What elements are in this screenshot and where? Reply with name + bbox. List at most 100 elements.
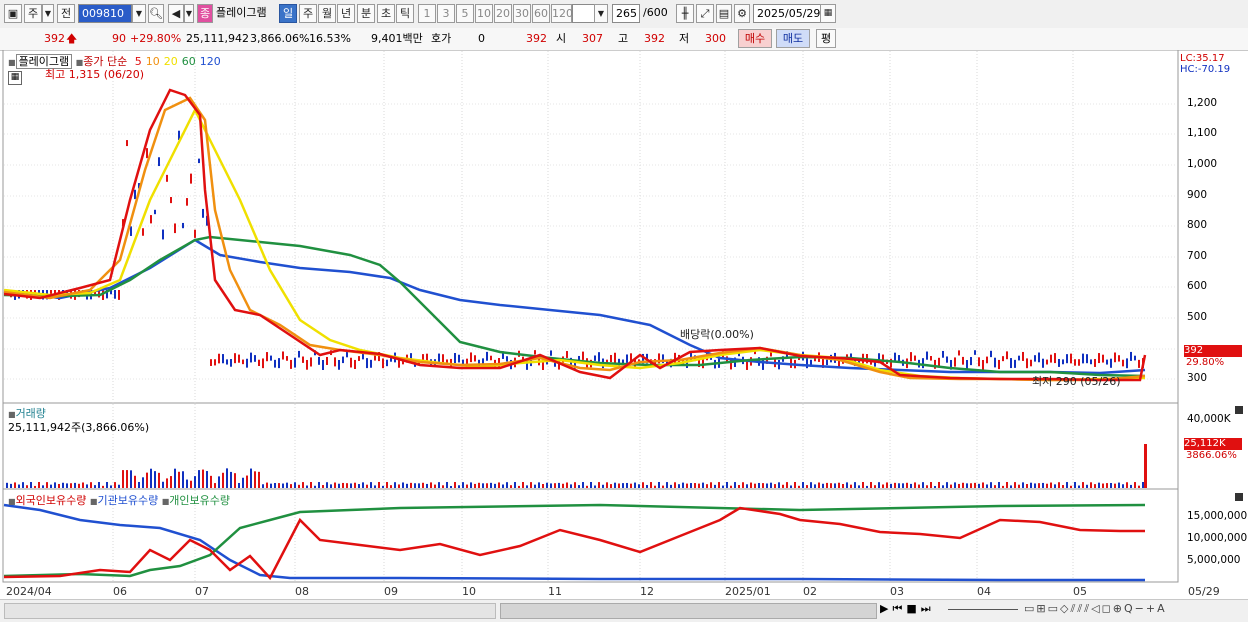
stock-chart[interactable] xyxy=(0,50,1248,599)
candle xyxy=(978,357,980,367)
volume-bar xyxy=(758,482,760,488)
volume-value: 25,111,942주(3,866.06%) xyxy=(8,421,150,434)
scroll-track[interactable] xyxy=(4,603,496,619)
volume-bar xyxy=(302,482,304,488)
period-tab-1[interactable]: 주 xyxy=(299,4,317,23)
volume-bar xyxy=(730,485,732,488)
period-tab-6[interactable]: 틱 xyxy=(396,4,414,23)
speaker-dropdown-icon[interactable]: ▼ xyxy=(184,4,194,23)
sell-button[interactable]: 매도 xyxy=(776,29,810,48)
interval-button-6[interactable]: 60 xyxy=(532,4,550,23)
volume-bar xyxy=(882,484,884,488)
volume-bar xyxy=(178,471,180,488)
volume-bar xyxy=(154,471,156,488)
market-dropdown-icon[interactable]: ▼ xyxy=(42,4,54,23)
legend-individual[interactable]: 개인보유수량 xyxy=(169,494,230,507)
volume-bar xyxy=(498,482,500,488)
calendar-icon[interactable]: ▦ xyxy=(820,4,836,23)
volume-bar xyxy=(98,482,100,488)
volume-bar xyxy=(330,484,332,488)
volume-last-pct: 3866.06% xyxy=(1186,450,1237,461)
legend-ma-2[interactable]: 20 xyxy=(164,55,178,68)
volume-panel-close-icon[interactable] xyxy=(1235,406,1243,414)
volume-bar xyxy=(1062,485,1064,488)
volume-bar xyxy=(606,482,608,488)
legend-foreign[interactable]: 외국인보유수량 xyxy=(16,494,87,507)
volume-bar xyxy=(622,483,624,488)
volume-bar xyxy=(418,483,420,488)
period-tab-0[interactable]: 일 xyxy=(279,4,297,23)
interval-dropdown-icon[interactable]: ▼ xyxy=(594,4,608,23)
code-input[interactable]: 009810 xyxy=(78,4,132,23)
interval-button-7[interactable]: 120 xyxy=(551,4,573,23)
interval-button-1[interactable]: 3 xyxy=(437,4,455,23)
prev-button[interactable]: 전 xyxy=(57,4,75,23)
interval-button-2[interactable]: 5 xyxy=(456,4,474,23)
candle xyxy=(302,356,304,363)
volume-bar xyxy=(1026,484,1028,488)
candle xyxy=(986,356,988,364)
price-y-tick-1: 1,100 xyxy=(1187,127,1218,139)
volume-bar xyxy=(402,482,404,488)
table-icon[interactable]: ▦ xyxy=(8,71,22,85)
volume-bar xyxy=(1122,484,1124,488)
zoom-slider[interactable] xyxy=(948,609,1018,610)
volume-bar xyxy=(194,476,196,488)
candle xyxy=(350,357,352,368)
candle xyxy=(942,350,944,358)
legend-ma-4[interactable]: 120 xyxy=(200,55,221,68)
chart-type-icon[interactable]: ⤢ xyxy=(696,4,714,23)
volume-bar xyxy=(546,482,548,488)
search-icon[interactable]: 🔍︎ xyxy=(148,4,164,23)
avg-button[interactable]: 평 xyxy=(816,29,836,48)
volume-bar xyxy=(626,482,628,488)
candle xyxy=(490,355,492,361)
volume-bar xyxy=(386,482,388,488)
date-input[interactable]: 2025/05/29 xyxy=(753,4,821,23)
market-select[interactable]: 주 xyxy=(24,4,42,23)
interval-button-4[interactable]: 20 xyxy=(494,4,512,23)
period-tab-3[interactable]: 년 xyxy=(337,4,355,23)
interval-button-0[interactable]: 1 xyxy=(418,4,436,23)
candle-icon[interactable]: ╫ xyxy=(676,4,694,23)
period-tab-4[interactable]: 분 xyxy=(357,4,375,23)
price-y-tick-6: 600 xyxy=(1187,280,1208,292)
candle xyxy=(294,357,296,368)
candle xyxy=(970,357,972,366)
save-icon[interactable]: ▤ xyxy=(716,4,732,23)
volume-bar xyxy=(34,485,36,488)
volume-bar xyxy=(638,484,640,488)
tool-icons[interactable]: ▭⊞▭◇⫽⫽⫽◁◻⊕Q−+A xyxy=(1024,602,1167,616)
window-icon[interactable]: ▣ xyxy=(4,4,22,23)
scroll-thumb[interactable] xyxy=(500,603,877,619)
legend-ma-1[interactable]: 10 xyxy=(146,55,160,68)
gear-icon[interactable]: ⚙ xyxy=(734,4,750,23)
buy-button[interactable]: 매수 xyxy=(738,29,772,48)
interval-button-5[interactable]: 30 xyxy=(513,4,531,23)
speaker-icon[interactable]: ◀ xyxy=(168,4,184,23)
volume: 25,111,942 xyxy=(186,32,249,45)
playback-icons[interactable]: ▶⏮■⏭ xyxy=(880,602,935,616)
candle xyxy=(282,351,284,360)
code-dropdown-icon[interactable]: ▼ xyxy=(132,4,146,23)
volume-bar xyxy=(614,482,616,488)
interval-button-3[interactable]: 10 xyxy=(475,4,493,23)
volume-bar xyxy=(694,483,696,488)
volume-bar xyxy=(602,484,604,488)
period-tab-2[interactable]: 월 xyxy=(318,4,336,23)
volume-bar xyxy=(950,484,952,488)
candle xyxy=(926,351,928,360)
candle xyxy=(266,352,268,362)
count-input[interactable]: 265 xyxy=(612,4,640,23)
x-axis-label-7: 12 xyxy=(640,585,654,598)
volume-bar xyxy=(246,475,248,488)
holding-panel-close-icon[interactable] xyxy=(1235,493,1243,501)
volume-bar xyxy=(538,482,540,488)
volume-bar xyxy=(1130,484,1132,488)
volume-bar xyxy=(798,485,800,488)
legend-institution[interactable]: 기관보유수량 xyxy=(97,494,158,507)
period-tab-5[interactable]: 초 xyxy=(377,4,395,23)
volume-bar xyxy=(570,484,572,488)
legend-ma-3[interactable]: 60 xyxy=(182,55,196,68)
volume-bar xyxy=(774,484,776,488)
